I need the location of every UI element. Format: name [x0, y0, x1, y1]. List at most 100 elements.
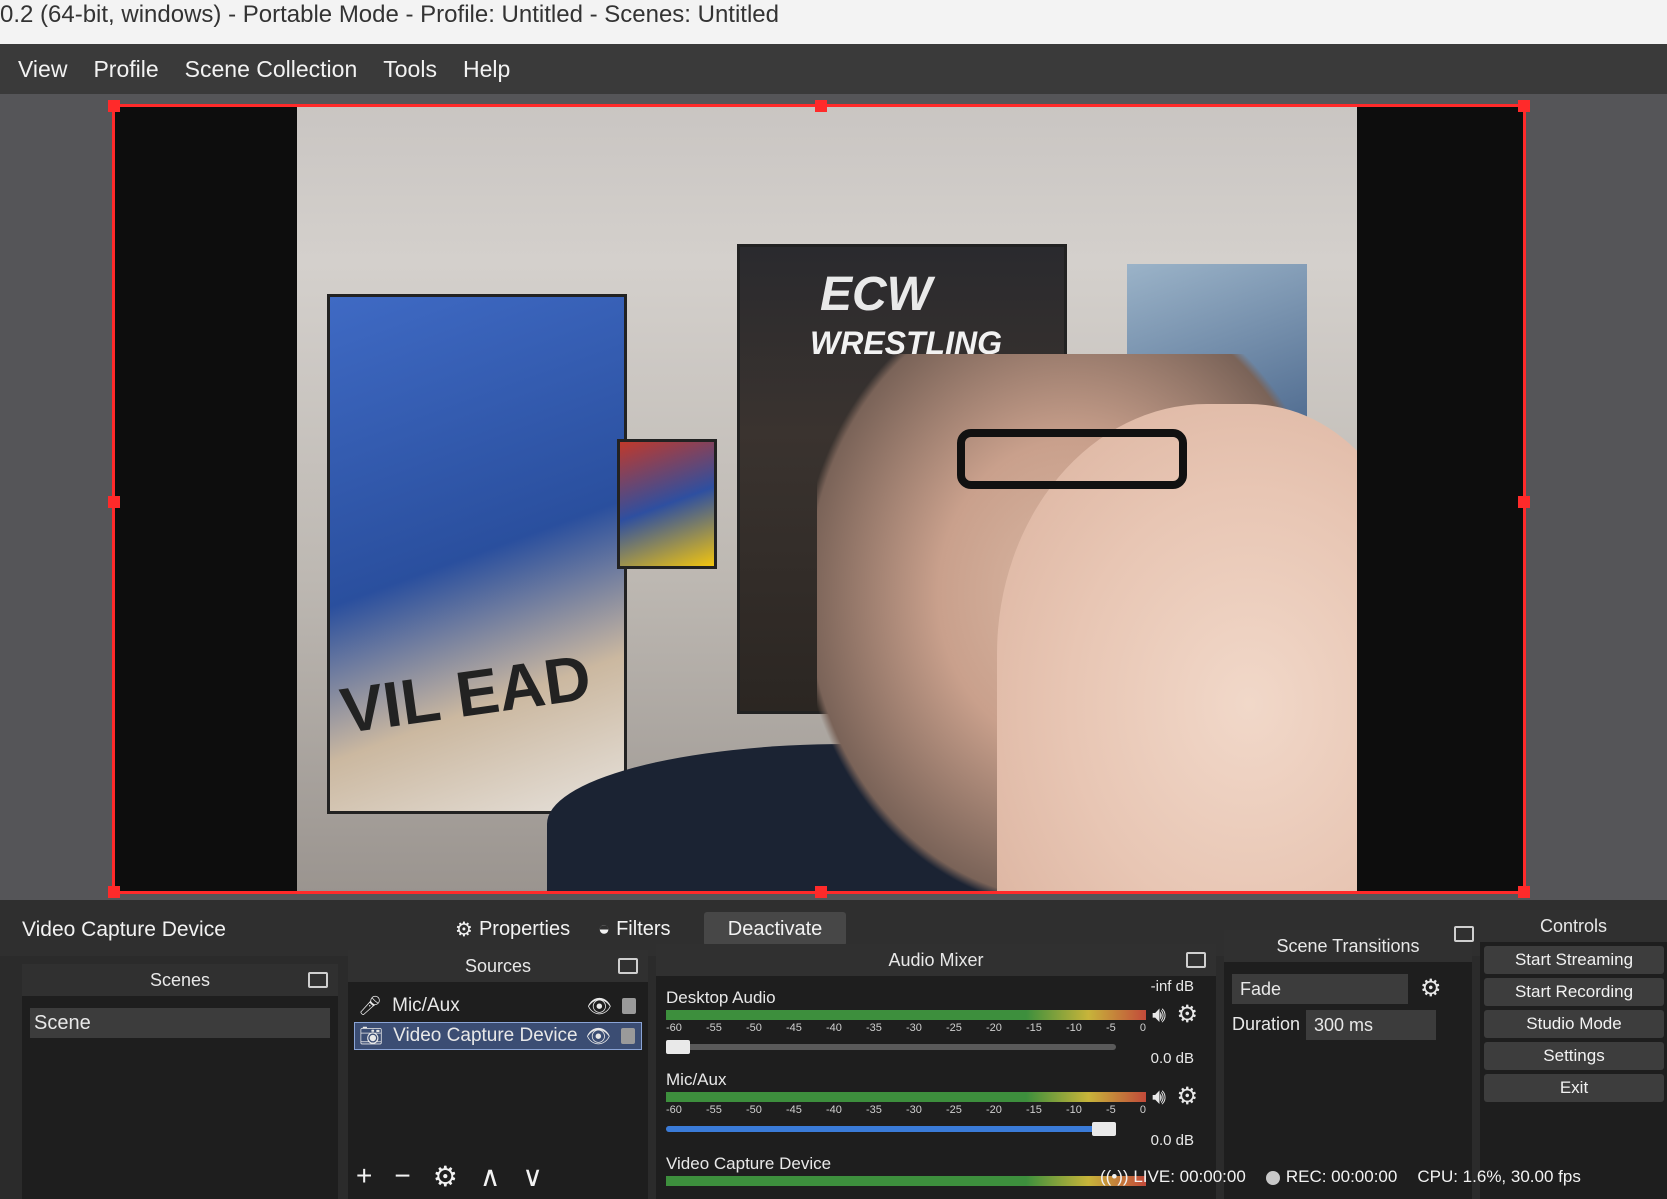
scene-transitions-dock: Scene Transitions Fade ⚙ Duration 300 ms	[1224, 926, 1474, 1199]
visibility-eye-icon[interactable]: 👁︎	[587, 994, 612, 1019]
scale-tick: -50	[746, 1104, 762, 1116]
volume-meter	[666, 1092, 1146, 1102]
menu-profile[interactable]: Profile	[93, 56, 158, 83]
scale-tick: -45	[786, 1022, 802, 1034]
sources-toolbar: + − ⚙ ∧ ∨	[356, 1160, 543, 1193]
scale-tick: -60	[666, 1104, 682, 1116]
move-down-icon[interactable]: ∨	[522, 1160, 543, 1193]
meter-scale: -60 -55 -50 -45 -40 -35 -30 -25 -20 -15 -10 -5 0	[666, 1104, 1146, 1116]
rec-status: REC: 00:00:00	[1265, 1167, 1398, 1187]
channel-name: Mic/Aux	[666, 1070, 727, 1089]
duration-input[interactable]: 300 ms	[1306, 1010, 1436, 1040]
source-item-mic-aux[interactable]: 🎤︎ Mic/Aux 👁︎	[354, 992, 642, 1020]
resize-handle-tl[interactable]	[108, 100, 120, 112]
scale-tick: -60	[666, 1022, 682, 1034]
visibility-eye-icon[interactable]: 👁︎	[586, 1024, 611, 1049]
lock-icon[interactable]	[621, 1028, 635, 1044]
transition-select[interactable]: Fade	[1232, 974, 1408, 1004]
resize-handle-bl[interactable]	[108, 886, 120, 898]
camera-icon: 📷︎	[359, 1026, 384, 1047]
rec-time: REC: 00:00:00	[1285, 1167, 1398, 1186]
remove-source-icon[interactable]: −	[394, 1160, 410, 1193]
gear-icon[interactable]: ⚙	[1420, 974, 1442, 1003]
start-streaming-button[interactable]: Start Streaming	[1484, 946, 1664, 974]
properties-button[interactable]: ⚙ Properties	[455, 912, 570, 946]
properties-label: Properties	[478, 917, 571, 940]
resize-handle-bc[interactable]	[815, 886, 827, 898]
scale-tick: -15	[1026, 1022, 1042, 1034]
float-dock-icon[interactable]	[1454, 926, 1474, 942]
menu-bar: View Profile Scene Collection Tools Help	[0, 44, 1667, 94]
scale-tick: -5	[1106, 1104, 1116, 1116]
volume-fader[interactable]	[666, 1040, 1116, 1054]
duration-label: Duration	[1232, 1014, 1301, 1034]
add-source-icon[interactable]: +	[356, 1160, 372, 1193]
broadcast-icon: ((•))	[1100, 1167, 1129, 1186]
fader-knob[interactable]	[1092, 1122, 1116, 1136]
settings-button[interactable]: Settings	[1484, 1042, 1664, 1070]
scenes-title: Scenes	[22, 964, 338, 996]
scale-tick: -40	[826, 1104, 842, 1116]
controls-title: Controls	[1480, 910, 1667, 942]
scale-tick: -20	[986, 1022, 1002, 1034]
menu-view[interactable]: View	[18, 56, 67, 83]
source-label: Mic/Aux	[392, 995, 460, 1016]
float-dock-icon[interactable]	[618, 958, 638, 974]
scale-tick: -50	[746, 1022, 762, 1034]
scale-tick: -55	[706, 1104, 722, 1116]
speaker-icon[interactable]: 🔊︎	[1152, 1002, 1166, 1028]
channel-name: Desktop Audio	[666, 988, 776, 1007]
rec-dot-icon	[1265, 1170, 1280, 1185]
resize-handle-tr[interactable]	[1518, 100, 1530, 112]
fader-knob[interactable]	[666, 1040, 690, 1054]
scale-tick: -25	[946, 1022, 962, 1034]
resize-handle-mr[interactable]	[1518, 496, 1530, 508]
scale-tick: -30	[906, 1022, 922, 1034]
gear-icon[interactable]: ⚙	[1176, 1082, 1198, 1111]
title-bar: 0.2 (64-bit, windows) - Portable Mode - …	[0, 0, 1667, 44]
filters-button[interactable]: ◒ Filters	[598, 912, 671, 946]
fader-fill	[666, 1126, 1116, 1132]
mixer-channel-mic-aux: Mic/Aux 0.0 dB -60 -55 -50 -45 -40 -35 -30 -25-…	[666, 1050, 1206, 1136]
exit-button[interactable]: Exit	[1484, 1074, 1664, 1102]
audio-mixer-dock: Audio Mixer Desktop Audio -inf dB -60 -55…	[656, 944, 1216, 1199]
speaker-icon[interactable]: 🔊︎	[1152, 1084, 1166, 1110]
source-selection-box[interactable]	[108, 100, 1530, 898]
channel-db: -inf dB	[1150, 978, 1194, 995]
menu-help[interactable]: Help	[463, 56, 510, 83]
channel-db: 0.0 dB	[1150, 1050, 1194, 1067]
lock-icon[interactable]	[622, 998, 636, 1014]
scale-tick: -10	[1066, 1104, 1082, 1116]
float-dock-icon[interactable]	[308, 972, 328, 988]
source-item-video-capture[interactable]: 📷︎ Video Capture Device 👁︎	[354, 1022, 642, 1050]
resize-handle-tc[interactable]	[815, 100, 827, 112]
channel-name: Video Capture Device	[666, 1154, 832, 1173]
menu-scene-collection[interactable]: Scene Collection	[185, 56, 358, 83]
source-properties-icon[interactable]: ⚙	[433, 1160, 458, 1193]
menu-tools[interactable]: Tools	[383, 56, 437, 83]
preview-area[interactable]: VIL EAD ECW WRESTLING	[0, 94, 1667, 900]
scale-tick: -30	[906, 1104, 922, 1116]
bottom-dock: Video Capture Device ⚙ Properties ◒ Filt…	[0, 900, 1667, 1199]
studio-mode-button[interactable]: Studio Mode	[1484, 1010, 1664, 1038]
scale-tick: -20	[986, 1104, 1002, 1116]
move-up-icon[interactable]: ∧	[480, 1160, 501, 1193]
scale-tick: -25	[946, 1104, 962, 1116]
filters-label: Filters	[616, 917, 671, 940]
gear-icon: ⚙	[455, 918, 473, 941]
resize-handle-br[interactable]	[1518, 886, 1530, 898]
window-title: 0.2 (64-bit, windows) - Portable Mode - …	[0, 1, 780, 28]
mixer-channel-desktop-audio: Desktop Audio -inf dB -60 -55 -50 -45 -40 -35…	[666, 978, 1206, 1054]
cpu-status: CPU: 1.6%, 30.00 fps	[1417, 1167, 1581, 1186]
scale-tick: -5	[1106, 1022, 1116, 1034]
start-recording-button[interactable]: Start Recording	[1484, 978, 1664, 1006]
scene-item[interactable]: Scene	[30, 1008, 330, 1038]
volume-fader[interactable]	[666, 1122, 1116, 1136]
sources-title: Sources	[348, 950, 648, 982]
meter-scale: -60 -55 -50 -45 -40 -35 -30 -25 -20 -15 -10 -5 0	[666, 1022, 1146, 1034]
float-dock-icon[interactable]	[1186, 952, 1206, 968]
scale-tick: -35	[866, 1022, 882, 1034]
resize-handle-ml[interactable]	[108, 496, 120, 508]
gear-icon[interactable]: ⚙	[1176, 1000, 1198, 1029]
deactivate-button[interactable]: Deactivate	[704, 912, 846, 946]
